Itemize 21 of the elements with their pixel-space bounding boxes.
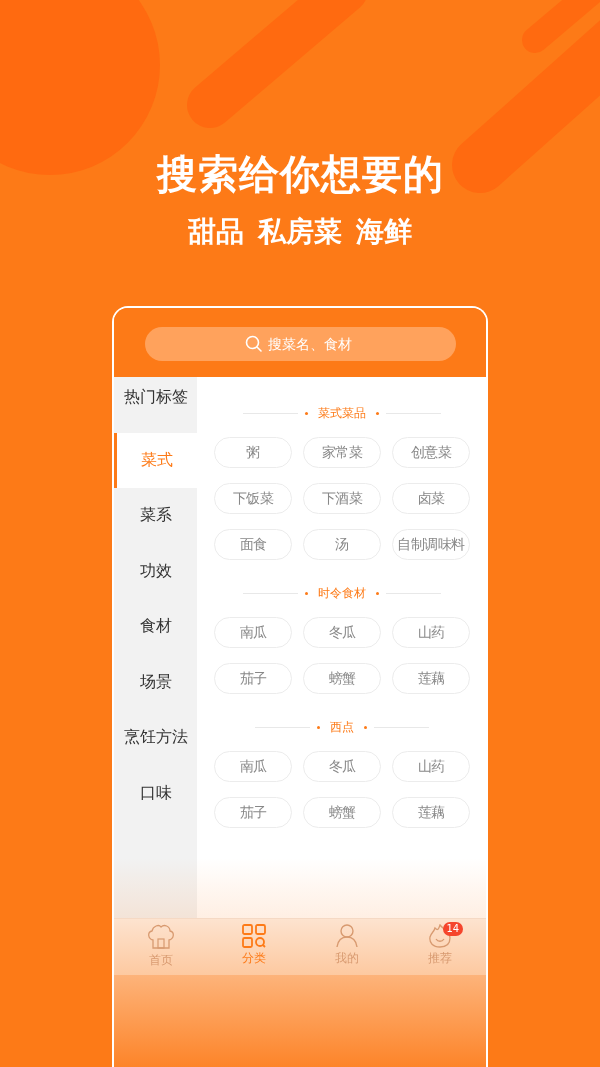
category-item[interactable]: 烹饪方法	[114, 710, 197, 766]
grid-search-icon	[241, 924, 266, 948]
chef-hat-icon	[145, 924, 176, 950]
category-item[interactable]: 菜系	[114, 488, 197, 544]
search-field[interactable]: 搜菜名、食材	[144, 326, 456, 361]
headline: 搜索给你想要的	[156, 150, 444, 199]
category-item[interactable]: 热门标签	[114, 377, 197, 433]
category-item[interactable]: 口味	[114, 765, 197, 821]
section-title: 菜式菜品	[318, 404, 366, 422]
search-icon	[244, 334, 262, 352]
person-icon	[335, 924, 358, 948]
category-item[interactable]: 菜式	[114, 432, 197, 488]
category-item[interactable]: 食材	[114, 599, 197, 655]
nav-tab[interactable]: 14 推荐	[393, 919, 486, 975]
category-item[interactable]: 功效	[114, 543, 197, 599]
section-title: 西点	[330, 718, 354, 736]
category-item[interactable]: 场景	[114, 654, 197, 710]
subtitle: 甜品 私房菜 海鲜	[188, 214, 412, 250]
count-badge: 14	[442, 922, 464, 936]
section-title: 时令食材	[318, 584, 366, 602]
nav-tab[interactable]: 分类	[207, 919, 300, 975]
